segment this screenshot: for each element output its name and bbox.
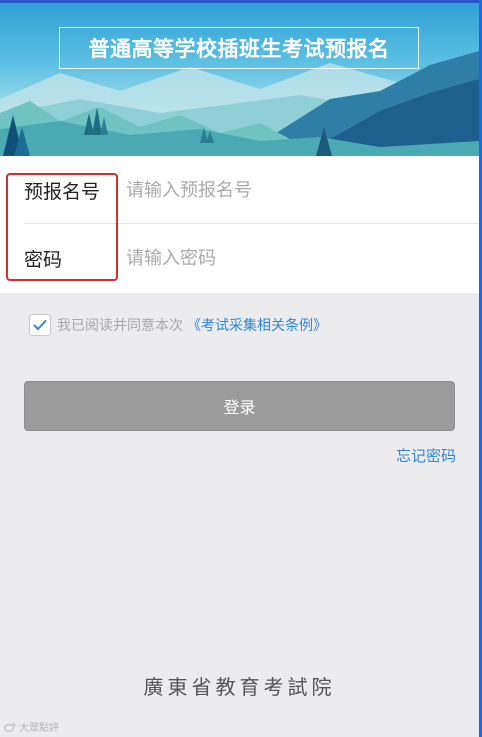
password-label: 密码 bbox=[24, 248, 63, 271]
agreement-row: 我已阅读并同意本次 《考试采集相关条例》 bbox=[29, 313, 327, 337]
registration-number-input[interactable] bbox=[126, 170, 466, 210]
organization-name: 廣東省教育考試院 bbox=[143, 675, 336, 699]
mountain-landscape-illustration bbox=[0, 51, 479, 156]
watermark-text: 大眾點評 bbox=[19, 723, 59, 734]
forgot-password-link[interactable]: 忘记密码 bbox=[396, 445, 456, 466]
watermark: 大眾點評 bbox=[4, 719, 59, 734]
password-row: 密码 bbox=[0, 224, 479, 292]
registration-number-row: 预报名号 bbox=[0, 156, 479, 224]
header-banner: 普通高等学校插班生考试预报名 bbox=[0, 3, 479, 156]
page-title: 普通高等学校插班生考试预报名 bbox=[59, 27, 419, 69]
checkmark-icon bbox=[33, 320, 47, 330]
login-form: 预报名号 密码 bbox=[0, 156, 479, 293]
password-input[interactable] bbox=[126, 238, 466, 278]
terms-link[interactable]: 《考试采集相关条例》 bbox=[187, 315, 327, 335]
agreement-text: 我已阅读并同意本次 bbox=[57, 318, 183, 334]
login-page: 普通高等学校插班生考试预报名 预报名号 密码 我已阅读并同意本次 《考试采集相关… bbox=[0, 0, 482, 737]
login-button[interactable]: 登录 bbox=[24, 381, 455, 431]
weibo-icon bbox=[4, 722, 16, 732]
registration-number-label: 预报名号 bbox=[24, 180, 101, 203]
agreement-checkbox[interactable] bbox=[29, 314, 51, 336]
